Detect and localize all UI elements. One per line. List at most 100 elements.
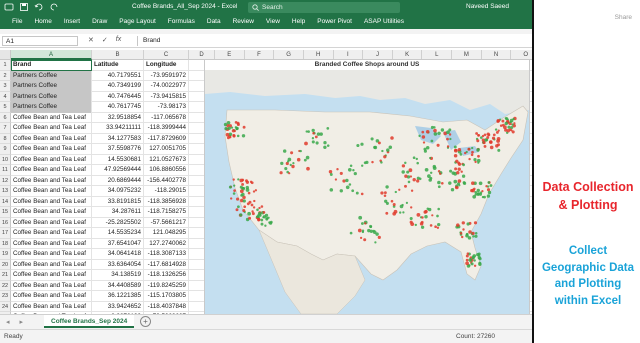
- row-header[interactable]: 1: [0, 60, 11, 71]
- sheet-nav-arrows[interactable]: ◂ ▸: [6, 318, 27, 326]
- autosave-icon[interactable]: [4, 2, 14, 12]
- save-icon[interactable]: [19, 2, 29, 12]
- tab-file[interactable]: File: [6, 17, 28, 26]
- column-title-cell[interactable]: Brand: [11, 60, 92, 71]
- data-cell[interactable]: -118.3087133: [144, 249, 189, 260]
- column-title-cell[interactable]: Longitude: [144, 60, 189, 71]
- data-cell[interactable]: 40.7179551: [92, 70, 144, 81]
- data-cell[interactable]: Partners Coffee: [11, 91, 92, 102]
- data-cell[interactable]: Coffee Bean and Tea Leaf: [11, 280, 92, 291]
- column-title-cell[interactable]: Latitude: [92, 60, 144, 71]
- data-cell[interactable]: 47.92569444: [92, 165, 144, 176]
- row-header[interactable]: 14: [0, 196, 11, 207]
- data-cell[interactable]: 36.1221385: [92, 291, 144, 302]
- row-header[interactable]: 10: [0, 154, 11, 165]
- data-cell[interactable]: Coffee Bean and Tea Leaf: [11, 217, 92, 228]
- row-header[interactable]: 4: [0, 91, 11, 102]
- data-cell[interactable]: Coffee Bean and Tea Leaf: [11, 301, 92, 312]
- data-cell[interactable]: -118.7158275: [144, 207, 189, 218]
- data-cell[interactable]: Coffee Bean and Tea Leaf: [11, 238, 92, 249]
- share-button[interactable]: Share: [615, 14, 632, 21]
- cancel-icon[interactable]: ✕: [88, 36, 94, 44]
- undo-icon[interactable]: [34, 2, 44, 12]
- row-header[interactable]: 23: [0, 291, 11, 302]
- data-cell[interactable]: 40.7349199: [92, 81, 144, 92]
- data-cell[interactable]: Coffee Bean and Tea Leaf: [11, 291, 92, 302]
- row-header[interactable]: 15: [0, 207, 11, 218]
- row-header[interactable]: 21: [0, 270, 11, 281]
- column-header-b[interactable]: B: [92, 50, 144, 60]
- row-header[interactable]: 5: [0, 102, 11, 113]
- row-header[interactable]: 20: [0, 259, 11, 270]
- tab-view[interactable]: View: [260, 17, 286, 26]
- data-cell[interactable]: Coffee Bean and Tea Leaf: [11, 123, 92, 134]
- row-header[interactable]: 6: [0, 112, 11, 123]
- data-cell[interactable]: -57.5661217: [144, 217, 189, 228]
- data-cell[interactable]: 14.5530681: [92, 154, 144, 165]
- row-header[interactable]: 12: [0, 175, 11, 186]
- data-cell[interactable]: Coffee Bean and Tea Leaf: [11, 207, 92, 218]
- data-cell[interactable]: -118.3856928: [144, 196, 189, 207]
- user-name[interactable]: Naveed Saeed: [466, 3, 509, 10]
- tab-insert[interactable]: Insert: [58, 17, 86, 26]
- data-cell[interactable]: 20.6869444: [92, 175, 144, 186]
- tab-draw[interactable]: Draw: [86, 17, 113, 26]
- data-cell[interactable]: Partners Coffee: [11, 81, 92, 92]
- row-header[interactable]: 16: [0, 217, 11, 228]
- data-cell[interactable]: 34.287611: [92, 207, 144, 218]
- row-header[interactable]: 24: [0, 301, 11, 312]
- data-cell[interactable]: Coffee Bean and Tea Leaf: [11, 270, 92, 281]
- data-cell[interactable]: 34.138519: [92, 270, 144, 281]
- data-cell[interactable]: Partners Coffee: [11, 102, 92, 113]
- row-header[interactable]: 22: [0, 280, 11, 291]
- data-cell[interactable]: -73.9591972: [144, 70, 189, 81]
- data-cell[interactable]: -118.1326256: [144, 270, 189, 281]
- row-header[interactable]: 9: [0, 144, 11, 155]
- data-cell[interactable]: 127.2740062: [144, 238, 189, 249]
- tab-formulas[interactable]: Formulas: [162, 17, 201, 26]
- data-cell[interactable]: Coffee Bean and Tea Leaf: [11, 165, 92, 176]
- row-header[interactable]: 7: [0, 123, 11, 134]
- data-cell[interactable]: 33.8191815: [92, 196, 144, 207]
- data-cell[interactable]: 121.0527673: [144, 154, 189, 165]
- data-cell[interactable]: Coffee Bean and Tea Leaf: [11, 144, 92, 155]
- data-cell[interactable]: -118.3999444: [144, 123, 189, 134]
- data-cell[interactable]: -156.4402778: [144, 175, 189, 186]
- data-cell[interactable]: Coffee Bean and Tea Leaf: [11, 228, 92, 239]
- data-cell[interactable]: 33.94211111: [92, 123, 144, 134]
- data-cell[interactable]: Coffee Bean and Tea Leaf: [11, 133, 92, 144]
- data-cell[interactable]: 34.4408589: [92, 280, 144, 291]
- data-cell[interactable]: Coffee Bean and Tea Leaf: [11, 154, 92, 165]
- data-cell[interactable]: 40.7617745: [92, 102, 144, 113]
- data-cell[interactable]: 37.6541047: [92, 238, 144, 249]
- data-cell[interactable]: -117.8729609: [144, 133, 189, 144]
- tab-power-pivot[interactable]: Power Pivot: [311, 17, 358, 26]
- data-cell[interactable]: 121.048295: [144, 228, 189, 239]
- tab-data[interactable]: Data: [201, 17, 227, 26]
- data-cell[interactable]: -117.6814928: [144, 259, 189, 270]
- row-header[interactable]: 13: [0, 186, 11, 197]
- enter-icon[interactable]: ✓: [102, 36, 108, 44]
- add-sheet-button[interactable]: +: [140, 316, 151, 327]
- row-header[interactable]: 3: [0, 81, 11, 92]
- redo-icon[interactable]: [49, 2, 59, 12]
- tab-home[interactable]: Home: [28, 17, 57, 26]
- data-cell[interactable]: Coffee Bean and Tea Leaf: [11, 259, 92, 270]
- tab-asap-utilities[interactable]: ASAP Utilities: [358, 17, 410, 26]
- data-cell[interactable]: 34.0975232: [92, 186, 144, 197]
- tab-review[interactable]: Review: [227, 17, 260, 26]
- data-cell[interactable]: -117.065678: [144, 112, 189, 123]
- data-cell[interactable]: 33.6364054: [92, 259, 144, 270]
- formula-input[interactable]: Brand: [137, 36, 529, 46]
- tab-page-layout[interactable]: Page Layout: [113, 17, 162, 26]
- data-cell[interactable]: 127.0051705: [144, 144, 189, 155]
- data-cell[interactable]: -73.98173: [144, 102, 189, 113]
- row-header[interactable]: 2: [0, 70, 11, 81]
- data-cell[interactable]: -73.9415815: [144, 91, 189, 102]
- tab-help[interactable]: Help: [286, 17, 311, 26]
- name-box[interactable]: A1: [2, 36, 78, 46]
- data-cell[interactable]: Coffee Bean and Tea Leaf: [11, 112, 92, 123]
- data-cell[interactable]: Coffee Bean and Tea Leaf: [11, 196, 92, 207]
- data-cell[interactable]: -118.4037848: [144, 301, 189, 312]
- search-box[interactable]: Search: [248, 2, 400, 13]
